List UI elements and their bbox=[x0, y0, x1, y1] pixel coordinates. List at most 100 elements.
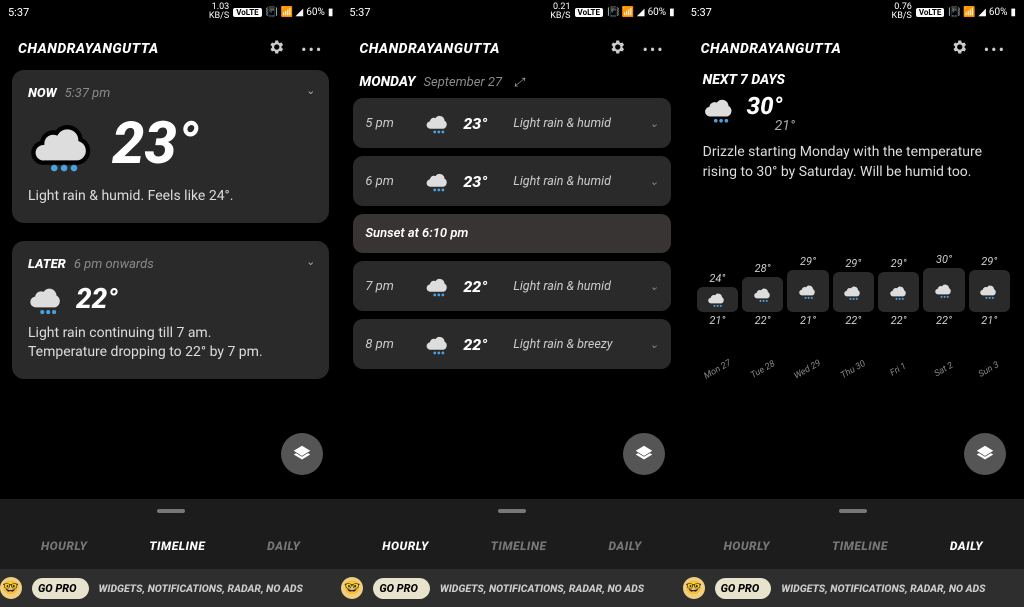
tab-timeline[interactable]: TIMELINE bbox=[149, 539, 205, 553]
bottom-sheet-handle[interactable] bbox=[341, 499, 682, 523]
settings-icon[interactable] bbox=[267, 38, 285, 60]
next7-summary: NEXT 7 DAYS 30° 21° Drizzle starting Mon… bbox=[695, 70, 1012, 183]
day-low: 21° bbox=[981, 314, 997, 327]
go-pro-text: WIDGETS, NOTIFICATIONS, RADAR, NO ADS bbox=[99, 582, 303, 595]
tab-daily[interactable]: DAILY bbox=[267, 539, 300, 553]
now-card[interactable]: NOW 5:37 pm ⌄ 23° Light rain & humid. Fe… bbox=[12, 70, 329, 223]
day-pill bbox=[969, 270, 1010, 312]
day-pill bbox=[878, 272, 919, 312]
day-low: 22° bbox=[891, 314, 907, 327]
day-high: 29° bbox=[981, 255, 997, 268]
chevron-down-icon[interactable]: ⌄ bbox=[649, 175, 658, 188]
rain-icon bbox=[423, 273, 453, 299]
day-label: Wed 29 bbox=[793, 358, 823, 381]
location-label[interactable]: CHANDRAYANGUTTA bbox=[701, 41, 842, 57]
volte-badge: VoLTE bbox=[233, 8, 261, 17]
status-bar: 5:37 1.03 KB/S VoLTE 📳 📶 ◢ 60% ▮ bbox=[0, 0, 341, 24]
cloud-icon bbox=[979, 281, 999, 301]
panel-hourly: 5:37 0.21 KB/S VoLTE 📳 📶 ◢ 60% ▮ CHANDRA… bbox=[341, 0, 682, 607]
go-pro-bar[interactable]: 🤓 GO PRO WIDGETS, NOTIFICATIONS, RADAR, … bbox=[683, 569, 1024, 607]
hour-time: 5 pm bbox=[365, 116, 413, 131]
day-pill bbox=[787, 270, 828, 312]
hour-row[interactable]: 5 pm23°Light rain & humid⌄ bbox=[353, 98, 670, 148]
now-time: 5:37 pm bbox=[65, 86, 111, 101]
later-temp: 22° bbox=[76, 282, 118, 315]
layers-fab[interactable] bbox=[964, 433, 1006, 475]
go-pro-pill[interactable]: GO PRO bbox=[373, 578, 430, 599]
more-icon[interactable]: ••• bbox=[301, 40, 323, 59]
rain-icon bbox=[28, 109, 98, 179]
rain-icon bbox=[423, 110, 453, 136]
week-low: 21° bbox=[775, 118, 795, 134]
now-temp: 23° bbox=[112, 115, 199, 173]
tab-hourly[interactable]: HOURLY bbox=[41, 539, 87, 553]
day-pill bbox=[833, 272, 874, 312]
cloud-icon bbox=[934, 280, 954, 300]
daily-col[interactable]: 28°22°Tue 28 bbox=[742, 247, 783, 375]
chevron-down-icon[interactable]: ⌄ bbox=[649, 280, 658, 293]
hour-row[interactable]: 6 pm23°Light rain & humid⌄ bbox=[353, 156, 670, 206]
chevron-down-icon[interactable]: ⌄ bbox=[649, 117, 658, 130]
sunset-card: Sunset at 6:10 pm bbox=[353, 214, 670, 253]
day-label: Sat 2 bbox=[933, 360, 955, 379]
status-icons: 📳 📶 ◢ 60% ▮ bbox=[266, 7, 334, 18]
expand-icon[interactable]: ⤢ bbox=[514, 75, 524, 90]
day-low: 22° bbox=[755, 314, 771, 327]
daily-col[interactable]: 29°21°Wed 29 bbox=[787, 247, 828, 375]
tab-hourly[interactable]: HOURLY bbox=[382, 539, 428, 553]
bottom-sheet-handle[interactable] bbox=[0, 499, 341, 523]
cloud-icon bbox=[889, 282, 909, 302]
location-label[interactable]: CHANDRAYANGUTTA bbox=[18, 41, 159, 57]
location-label[interactable]: CHANDRAYANGUTTA bbox=[359, 41, 500, 57]
bottom-sheet-handle[interactable] bbox=[683, 499, 1024, 523]
hour-time: 8 pm bbox=[365, 337, 413, 352]
hour-row[interactable]: 7 pm22°Light rain & humid⌄ bbox=[353, 261, 670, 311]
later-card[interactable]: LATER 6 pm onwards ⌄ 22° Light rain cont… bbox=[12, 241, 329, 379]
status-time: 5:37 bbox=[8, 6, 29, 19]
day-high: 29° bbox=[845, 257, 861, 270]
cloud-icon bbox=[707, 289, 727, 309]
now-text: Light rain & humid. Feels like 24°. bbox=[28, 187, 313, 207]
settings-icon[interactable] bbox=[608, 38, 626, 60]
day-label: Thu 30 bbox=[839, 359, 867, 381]
day-label: Mon 27 bbox=[702, 358, 733, 381]
day-low: 21° bbox=[800, 314, 816, 327]
go-pro-pill[interactable]: GO PRO bbox=[32, 578, 89, 599]
settings-icon[interactable] bbox=[950, 38, 968, 60]
day-low: 21° bbox=[709, 314, 725, 327]
hour-cond: Light rain & humid bbox=[513, 116, 639, 131]
tab-hourly[interactable]: HOURLY bbox=[724, 539, 770, 553]
chevron-down-icon[interactable]: ⌄ bbox=[649, 338, 658, 351]
go-pro-bar[interactable]: 🤓 GO PRO WIDGETS, NOTIFICATIONS, RADAR, … bbox=[341, 569, 682, 607]
rain-icon bbox=[28, 280, 66, 318]
hour-row[interactable]: 8 pm22°Light rain & breezy⌄ bbox=[353, 319, 670, 369]
daily-col[interactable]: 29°22°Fri 1 bbox=[878, 247, 919, 375]
panel-daily: 5:37 0.76 KB/S VoLTE 📳 📶 ◢ 60% ▮ CHANDRA… bbox=[683, 0, 1024, 607]
status-bar: 5:37 0.76 KB/S VoLTE 📳 📶 ◢ 60% ▮ bbox=[683, 0, 1024, 24]
layers-fab[interactable] bbox=[623, 433, 665, 475]
more-icon[interactable]: ••• bbox=[984, 40, 1006, 59]
status-time: 5:37 bbox=[349, 6, 370, 19]
rain-icon bbox=[703, 92, 737, 126]
day-high: 28° bbox=[755, 262, 771, 275]
chevron-down-icon[interactable]: ⌄ bbox=[306, 255, 315, 268]
day-low: 22° bbox=[936, 314, 952, 327]
day-header[interactable]: MONDAY September 27 ⤢ bbox=[353, 70, 670, 98]
cloud-icon bbox=[843, 282, 863, 302]
chevron-down-icon[interactable]: ⌄ bbox=[306, 84, 315, 97]
tab-timeline[interactable]: TIMELINE bbox=[832, 539, 888, 553]
cloud-icon bbox=[798, 281, 818, 301]
more-icon[interactable]: ••• bbox=[642, 40, 664, 59]
daily-col[interactable]: 29°21°Sun 3 bbox=[969, 247, 1010, 375]
go-pro-pill[interactable]: GO PRO bbox=[715, 578, 772, 599]
daily-col[interactable]: 30°22°Sat 2 bbox=[923, 247, 964, 375]
hour-temp: 22° bbox=[463, 335, 503, 354]
tab-daily[interactable]: DAILY bbox=[608, 539, 641, 553]
hour-time: 6 pm bbox=[365, 174, 413, 189]
app-header: CHANDRAYANGUTTA ••• bbox=[0, 24, 341, 70]
tab-daily[interactable]: DAILY bbox=[950, 539, 983, 553]
tab-timeline[interactable]: TIMELINE bbox=[491, 539, 547, 553]
daily-col[interactable]: 24°21°Mon 27 bbox=[697, 247, 738, 375]
go-pro-bar[interactable]: 🤓 GO PRO WIDGETS, NOTIFICATIONS, RADAR, … bbox=[0, 569, 341, 607]
daily-col[interactable]: 29°22°Thu 30 bbox=[833, 247, 874, 375]
